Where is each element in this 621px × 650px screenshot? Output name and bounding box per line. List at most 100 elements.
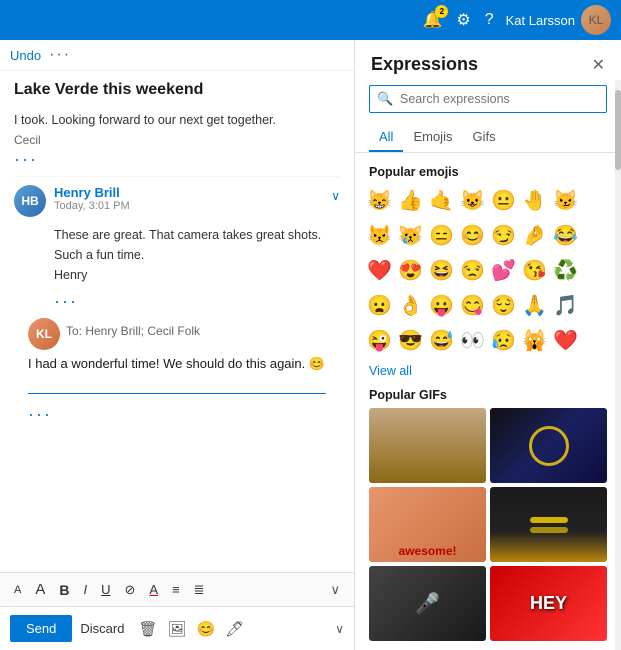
compose-ellipsis[interactable]: ··· bbox=[14, 398, 340, 431]
emoji-unamused[interactable]: 😒 bbox=[458, 255, 487, 286]
tab-all[interactable]: All bbox=[369, 123, 403, 152]
gif-item-2[interactable] bbox=[490, 408, 607, 483]
emoji-tongue[interactable]: 😛 bbox=[427, 290, 456, 321]
popular-gifs-label: Popular GIFs bbox=[369, 388, 607, 402]
emoji-pinch[interactable]: 🤌 bbox=[520, 220, 549, 251]
emoji-scared[interactable]: 🙀 bbox=[520, 325, 549, 356]
emoji-yum[interactable]: 😋 bbox=[458, 290, 487, 321]
emoji-sweat[interactable]: 😅 bbox=[427, 325, 456, 356]
expressions-panel: Expressions ✕ 🔍 All Emojis Gifs Popular … bbox=[355, 40, 621, 650]
thread-expand[interactable]: ··· bbox=[14, 149, 340, 170]
emoji-smile[interactable]: 😊 bbox=[458, 220, 487, 251]
insert-image-icon[interactable]: 🖼 bbox=[168, 620, 187, 638]
notification-icon[interactable]: 🔔 2 bbox=[422, 10, 442, 30]
user-section[interactable]: Kat Larsson KL bbox=[506, 5, 611, 35]
emoji-thumbsup[interactable]: 👍 bbox=[396, 185, 425, 216]
emoji-relieved[interactable]: 😌 bbox=[489, 290, 518, 321]
italic-button[interactable]: I bbox=[79, 580, 91, 599]
henry-avatar: HB bbox=[14, 185, 46, 217]
henry-time: Today, 3:01 PM bbox=[54, 200, 323, 212]
emoji-pouting[interactable]: 😾 bbox=[365, 220, 394, 251]
emoji-winkcat[interactable]: 😼 bbox=[551, 185, 580, 216]
gif-item-4[interactable] bbox=[490, 487, 607, 562]
emoji-eyes[interactable]: 👀 bbox=[458, 325, 487, 356]
emoji-picker-icon[interactable]: 😊 bbox=[197, 620, 216, 638]
numbered-list-button[interactable]: ≣ bbox=[190, 580, 209, 600]
emoji-expressionless[interactable]: 😑 bbox=[427, 220, 456, 251]
font-size-small-button[interactable]: A bbox=[10, 582, 25, 598]
tabs-row: All Emojis Gifs bbox=[355, 123, 621, 153]
email-subject: Lake Verde this weekend bbox=[0, 71, 354, 105]
emoji-twohearts[interactable]: 💕 bbox=[489, 255, 518, 286]
settings-icon[interactable]: ⚙ bbox=[456, 10, 470, 30]
to-line: To: Henry Brill; Cecil Folk bbox=[66, 324, 200, 338]
close-button[interactable]: ✕ bbox=[592, 55, 605, 75]
henry-expand-dots[interactable]: ··· bbox=[14, 291, 340, 312]
underline-button[interactable]: U bbox=[97, 580, 114, 599]
gif-item-3[interactable]: awesome! bbox=[369, 487, 486, 562]
emoji-grid-row2: 😾 😿 😑 😊 😏 🤌 😂 bbox=[355, 220, 621, 251]
format-toolbar: A A B I U ⊘ A ≡ ≣ ∨ bbox=[0, 572, 354, 606]
font-size-large-button[interactable]: A bbox=[31, 579, 49, 600]
emoji-smilecat[interactable]: 😺 bbox=[458, 185, 487, 216]
thread-message: I took. Looking forward to our next get … bbox=[14, 105, 340, 177]
emoji-ok[interactable]: 👌 bbox=[396, 290, 425, 321]
attach-icon[interactable]: 🗑 bbox=[138, 620, 157, 638]
emoji-redheart[interactable]: ❤️ bbox=[551, 325, 580, 356]
emoji-hearteyes[interactable]: 😍 bbox=[396, 255, 425, 286]
gif-item-1[interactable] bbox=[369, 408, 486, 483]
expressions-header: Expressions ✕ bbox=[355, 40, 621, 85]
thread-sender: Cecil bbox=[14, 133, 340, 147]
strikethrough-button[interactable]: ⊘ bbox=[121, 580, 140, 600]
emoji-frowning[interactable]: 😦 bbox=[365, 290, 394, 321]
tab-gifs[interactable]: Gifs bbox=[462, 123, 505, 152]
emoji-callme[interactable]: 🤙 bbox=[427, 185, 456, 216]
search-box: 🔍 bbox=[369, 85, 607, 113]
format-more-button[interactable]: ∨ bbox=[326, 580, 344, 600]
view-all-link[interactable]: View all bbox=[355, 360, 621, 384]
search-icon: 🔍 bbox=[377, 91, 393, 107]
emoji-pray[interactable]: 🙏 bbox=[520, 290, 549, 321]
font-color-button[interactable]: A bbox=[145, 580, 162, 599]
expand-button[interactable]: ∨ bbox=[331, 189, 340, 203]
expressions-title: Expressions bbox=[371, 54, 478, 75]
bold-button[interactable]: B bbox=[55, 580, 73, 600]
user-name: Kat Larsson bbox=[506, 13, 575, 28]
send-bar: Send Discard 🗑 🖼 😊 🖊 ∨ bbox=[0, 606, 354, 650]
emoji-music[interactable]: 🎵 bbox=[551, 290, 580, 321]
emoji-raisedhand[interactable]: 🤚 bbox=[520, 185, 549, 216]
send-icons: 🗑 🖼 😊 🖊 bbox=[138, 620, 244, 638]
gif-item-5[interactable]: 🎤 bbox=[369, 566, 486, 641]
help-icon[interactable]: ? bbox=[485, 11, 494, 29]
bullets-button[interactable]: ≡ bbox=[168, 580, 184, 599]
emoji-laughing[interactable]: 😆 bbox=[427, 255, 456, 286]
emoji-recycle[interactable]: ♻️ bbox=[551, 255, 580, 286]
emoji-sad[interactable]: 😥 bbox=[489, 325, 518, 356]
send-button[interactable]: Send bbox=[10, 615, 72, 642]
emoji-laugh[interactable]: 😂 bbox=[551, 220, 580, 251]
emoji-kiss[interactable]: 😘 bbox=[520, 255, 549, 286]
compose-area[interactable]: I had a wonderful time! We should do thi… bbox=[28, 354, 326, 394]
henry-meta: Henry Brill Today, 3:01 PM bbox=[54, 185, 323, 212]
top-bar-icons: 🔔 2 ⚙ ? bbox=[422, 10, 493, 30]
emoji-sunglasses[interactable]: 😎 bbox=[396, 325, 425, 356]
more-options-button[interactable]: ··· bbox=[49, 46, 71, 64]
send-more-button[interactable]: ∨ bbox=[335, 622, 344, 636]
emoji-neutral[interactable]: 😐 bbox=[489, 185, 518, 216]
tab-emojis[interactable]: Emojis bbox=[403, 123, 462, 152]
emoji-heart[interactable]: ❤️ bbox=[365, 255, 394, 286]
scrollbar-track[interactable] bbox=[615, 80, 621, 650]
emoji-crying[interactable]: 😿 bbox=[396, 220, 425, 251]
emoji-wink[interactable]: 😜 bbox=[365, 325, 394, 356]
draw-icon[interactable]: 🖊 bbox=[225, 620, 244, 638]
undo-button[interactable]: Undo bbox=[10, 48, 41, 63]
emoji-smirk[interactable]: 😏 bbox=[489, 220, 518, 251]
gif-item-6[interactable]: HEY bbox=[490, 566, 607, 641]
avatar: KL bbox=[581, 5, 611, 35]
henry-name: Henry Brill bbox=[54, 185, 323, 200]
popular-emojis-label: Popular emojis bbox=[355, 161, 621, 185]
emoji-grincat[interactable]: 😸 bbox=[365, 185, 394, 216]
scrollbar-thumb[interactable] bbox=[615, 90, 621, 170]
discard-button[interactable]: Discard bbox=[80, 621, 124, 636]
search-input[interactable] bbox=[369, 85, 607, 113]
